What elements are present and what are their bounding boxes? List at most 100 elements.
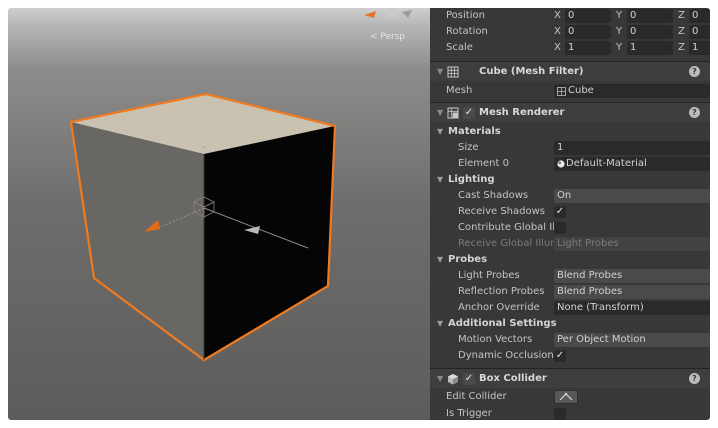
light-probes-label: Light Probes [458, 270, 520, 281]
materials-element0-row: Element 0 Default-Material [430, 156, 710, 172]
contribute-gi-label: Contribute Global Illu [458, 222, 565, 233]
scale-y-field[interactable]: 1 [627, 41, 673, 55]
mesh-renderer-icon [447, 107, 459, 119]
is-trigger-label: Is Trigger [446, 408, 492, 419]
fold-arrow-icon[interactable]: ▼ [437, 369, 443, 389]
materials-section-title: Materials [448, 126, 501, 137]
scene-view[interactable]: ^ < Persp [8, 8, 430, 420]
inspector-panel: Position X0 Y0 Z0 Rotation X0 Y0 Z0 Scal… [430, 8, 710, 420]
receive-gi-dropdown: Light Probes [554, 237, 710, 251]
cube-right-face[interactable] [204, 126, 335, 360]
scale-x-field[interactable]: 1 [565, 41, 611, 55]
receive-shadows-checkbox[interactable]: ✓ [554, 206, 566, 218]
transform-position-row: Position X0 Y0 Z0 [430, 8, 710, 24]
motion-vectors-dropdown[interactable]: Per Object Motion [554, 333, 710, 347]
mesh-row: Mesh Cube [430, 83, 710, 99]
box-collider-enabled-checkbox[interactable]: ✓ [463, 373, 475, 385]
mesh-filter-title: Cube (Mesh Filter) [479, 66, 584, 77]
element0-object-field[interactable]: Default-Material [554, 157, 710, 171]
fold-arrow-icon[interactable]: ▼ [437, 103, 443, 123]
orientation-gizmo-z-icon[interactable] [402, 10, 412, 18]
probes-section[interactable]: ▼ Probes [430, 252, 710, 268]
motion-vectors-row: Motion Vectors Per Object Motion [430, 332, 710, 348]
orientation-gizmo-y-icon[interactable] [386, 8, 398, 18]
mesh-renderer-enabled-checkbox[interactable]: ✓ [463, 107, 475, 119]
dynamic-occlusion-checkbox[interactable]: ✓ [554, 350, 566, 362]
fold-arrow-icon[interactable]: ▼ [437, 62, 443, 82]
size-label: Size [458, 142, 479, 153]
contribute-gi-row: Contribute Global Illu [430, 220, 710, 236]
scale-label: Scale [446, 42, 473, 53]
fold-arrow-icon[interactable]: ▼ [437, 252, 443, 268]
scene-viewport[interactable]: ^ [8, 8, 430, 420]
axis-x-label: X [554, 26, 561, 37]
lighting-section[interactable]: ▼ Lighting [430, 172, 710, 188]
scale-z-field[interactable]: 1 [689, 41, 710, 55]
contribute-gi-checkbox[interactable] [554, 222, 566, 234]
is-trigger-checkbox[interactable] [554, 408, 566, 420]
mesh-renderer-header[interactable]: ▼ ✓ Mesh Renderer ? [430, 102, 710, 122]
receive-gi-label: Receive Global Illumi [458, 238, 563, 249]
anchor-override-row: Anchor Override None (Transform) [430, 300, 710, 316]
box-collider-icon [448, 374, 458, 385]
element0-value: Default-Material [566, 158, 647, 169]
materials-section[interactable]: ▼ Materials [430, 124, 710, 140]
position-z-field[interactable]: 0 [689, 9, 710, 23]
size-field[interactable]: 1 [554, 141, 710, 155]
receive-shadows-row: Receive Shadows ✓ [430, 204, 710, 220]
additional-settings-title: Additional Settings [448, 318, 557, 329]
mesh-renderer-title: Mesh Renderer [479, 107, 565, 118]
light-probes-row: Light Probes Blend Probes [430, 268, 710, 284]
element0-label: Element 0 [458, 158, 509, 169]
anchor-override-field[interactable]: None (Transform) [554, 301, 710, 315]
light-probes-dropdown[interactable]: Blend Probes [554, 269, 710, 283]
help-icon[interactable]: ? [689, 107, 700, 118]
reflection-probes-row: Reflection Probes Blend Probes [430, 284, 710, 300]
box-collider-header[interactable]: ▼ ✓ Box Collider ? [430, 368, 710, 388]
dynamic-occlusion-row: Dynamic Occlusion ✓ [430, 348, 710, 364]
help-icon[interactable]: ? [689, 66, 700, 77]
box-collider-title: Box Collider [479, 373, 547, 384]
edit-collider-row: Edit Collider [430, 389, 710, 405]
grid-mesh-icon [447, 66, 459, 78]
axis-x-label: X [554, 42, 561, 53]
position-y-field[interactable]: 0 [627, 9, 673, 23]
axis-y-label: Y [616, 26, 623, 37]
fold-arrow-icon[interactable]: ▼ [437, 172, 443, 188]
position-x-field[interactable]: 0 [565, 9, 611, 23]
transform-rotation-row: Rotation X0 Y0 Z0 [430, 24, 710, 40]
reflection-probes-label: Reflection Probes [458, 286, 545, 297]
additional-settings-section[interactable]: ▼ Additional Settings [430, 316, 710, 332]
cast-shadows-row: Cast Shadows On [430, 188, 710, 204]
motion-vectors-label: Motion Vectors [458, 334, 533, 345]
axis-z-label: Z [678, 42, 685, 53]
rotation-label: Rotation [446, 26, 488, 37]
edit-collider-label: Edit Collider [446, 391, 507, 402]
rotation-x-field[interactable]: 0 [565, 25, 611, 39]
mesh-label: Mesh [446, 85, 473, 96]
mesh-value: Cube [568, 85, 594, 96]
projection-label[interactable]: < Persp [370, 32, 405, 42]
fold-arrow-icon[interactable]: ▼ [437, 124, 443, 140]
top-face-mark: ^ [202, 146, 207, 153]
cast-shadows-label: Cast Shadows [458, 190, 529, 201]
fold-arrow-icon[interactable]: ▼ [437, 316, 443, 332]
axis-y-label: Y [616, 42, 623, 53]
is-trigger-row: Is Trigger [430, 406, 710, 420]
edit-collider-icon [559, 392, 573, 401]
mesh-filter-header[interactable]: ▼ Cube (Mesh Filter) ? [430, 61, 710, 81]
rotation-y-field[interactable]: 0 [627, 25, 673, 39]
reflection-probes-dropdown[interactable]: Blend Probes [554, 285, 710, 299]
edit-collider-button[interactable] [554, 390, 578, 404]
position-label: Position [446, 10, 485, 21]
orientation-gizmo-icon[interactable] [364, 11, 376, 18]
axis-y-label: Y [616, 10, 623, 21]
dynamic-occlusion-label: Dynamic Occlusion [458, 350, 554, 361]
cube-left-face[interactable] [71, 122, 204, 360]
rotation-z-field[interactable]: 0 [689, 25, 710, 39]
axis-z-label: Z [678, 10, 685, 21]
receive-shadows-label: Receive Shadows [458, 206, 545, 217]
cast-shadows-dropdown[interactable]: On [554, 189, 710, 203]
mesh-object-field[interactable]: Cube [554, 84, 710, 98]
help-icon[interactable]: ? [689, 373, 700, 384]
